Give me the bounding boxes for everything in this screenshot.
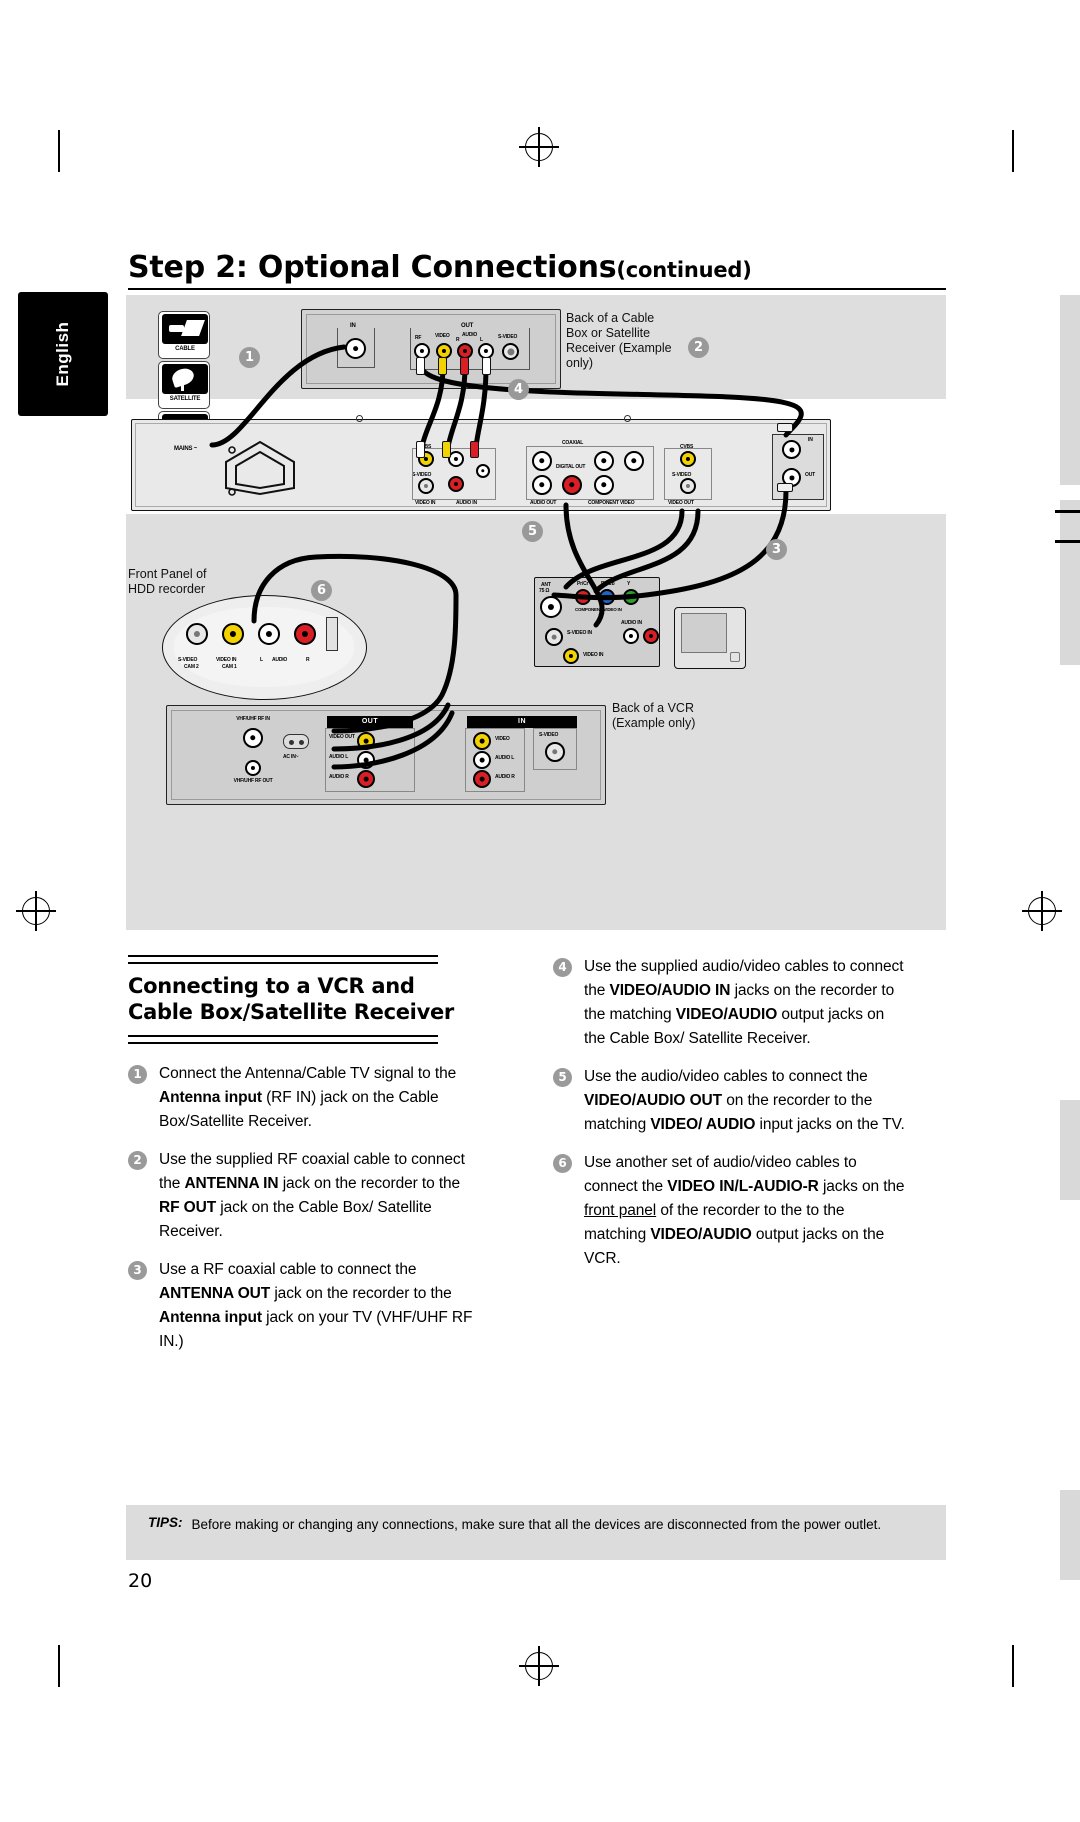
- step-item-2: 2 Use the supplied RF coaxial cable to c…: [128, 1148, 483, 1244]
- cable-wires: [209, 344, 804, 770]
- plug-barrel-7: [470, 441, 479, 458]
- section-heading-line1: Connecting to a VCR and: [128, 974, 415, 998]
- tips-text: Before making or changing any connection…: [191, 1517, 882, 1532]
- step-item-6: 6 Use another set of audio/video cables …: [553, 1151, 908, 1271]
- right-text-column: 4 Use the supplied audio/video cables to…: [553, 955, 908, 1285]
- callout-5: 5: [522, 521, 543, 542]
- step-item-4: 4 Use the supplied audio/video cables to…: [553, 955, 908, 1051]
- step-text-1: Connect the Antenna/Cable TV signal to t…: [159, 1065, 457, 1130]
- callout-2: 2: [688, 337, 709, 358]
- plug-barrel-3: [460, 357, 469, 375]
- step-text-5: Use the audio/video cables to connect th…: [584, 1068, 905, 1133]
- crop-mark-top-left: [58, 130, 60, 172]
- bleed-line-b: [1055, 540, 1080, 543]
- step-bullet-2: 2: [128, 1151, 147, 1170]
- step-text-2: Use the supplied RF coaxial cable to con…: [159, 1151, 465, 1240]
- step-text-6: Use another set of audio/video cables to…: [584, 1154, 905, 1267]
- page-title-suffix: (continued): [616, 258, 752, 282]
- callout-6: 6: [311, 580, 332, 601]
- plug-barrel-5: [416, 441, 425, 458]
- plug-barrel-8: [777, 423, 793, 432]
- crop-mark-top-right: [1012, 130, 1014, 172]
- registration-mark-top: [519, 127, 559, 167]
- plug-barrel-1: [416, 357, 425, 375]
- callout-1: 1: [239, 347, 260, 368]
- registration-mark-bottom: [519, 1646, 559, 1686]
- heading-rule-bottom: [128, 1035, 438, 1044]
- step-bullet-6: 6: [553, 1154, 572, 1173]
- tips-label: TIPS:: [148, 1515, 183, 1530]
- registration-mark-right: [1022, 891, 1062, 931]
- section-heading: Connecting to a VCR and Cable Box/Satell…: [128, 973, 483, 1025]
- step-bullet-3: 3: [128, 1261, 147, 1280]
- page-number: 20: [128, 1570, 153, 1592]
- page-title-main: Step 2: Optional Connections: [128, 250, 617, 285]
- step-item-5: 5 Use the audio/video cables to connect …: [553, 1065, 908, 1137]
- language-tab-label: English: [53, 321, 72, 387]
- crop-mark-bottom-right: [1012, 1645, 1014, 1687]
- plug-barrel-9: [777, 483, 793, 492]
- section-heading-line2: Cable Box/Satellite Receiver: [128, 1000, 454, 1024]
- callout-4: 4: [508, 379, 529, 400]
- page-title: Step 2: Optional Connections(continued): [128, 250, 752, 285]
- bleed-bar-mid: [1060, 500, 1080, 665]
- step-bullet-5: 5: [553, 1068, 572, 1087]
- tips-box: TIPS: Before making or changing any conn…: [126, 1505, 946, 1560]
- language-tab-english: English: [18, 292, 108, 416]
- bleed-bar-top: [1060, 295, 1080, 485]
- plug-barrel-4: [482, 357, 491, 375]
- page: Step 2: Optional Connections(continued) …: [0, 0, 1080, 1822]
- bleed-bar-bottom: [1060, 1490, 1080, 1580]
- step-text-4: Use the supplied audio/video cables to c…: [584, 958, 904, 1047]
- step-bullet-1: 1: [128, 1065, 147, 1084]
- step-bullet-4: 4: [553, 958, 572, 977]
- plug-barrel-6: [442, 441, 451, 458]
- heading-rule-top: [128, 955, 438, 964]
- left-text-column: Connecting to a VCR and Cable Box/Satell…: [128, 955, 483, 1368]
- step-item-3: 3 Use a RF coaxial cable to connect the …: [128, 1258, 483, 1354]
- connection-diagram: CABLE SATELLITE ANTENNA IN: [126, 295, 946, 930]
- bleed-line-a: [1055, 510, 1080, 513]
- crop-mark-bottom-left: [58, 1645, 60, 1687]
- bleed-bar-low: [1060, 1100, 1080, 1200]
- plug-barrel-2: [438, 357, 447, 375]
- step-text-3: Use a RF coaxial cable to connect the AN…: [159, 1261, 473, 1350]
- callout-3: 3: [766, 539, 787, 560]
- step-item-1: 1 Connect the Antenna/Cable TV signal to…: [128, 1062, 483, 1134]
- title-rule: [128, 288, 946, 290]
- registration-mark-left: [16, 891, 56, 931]
